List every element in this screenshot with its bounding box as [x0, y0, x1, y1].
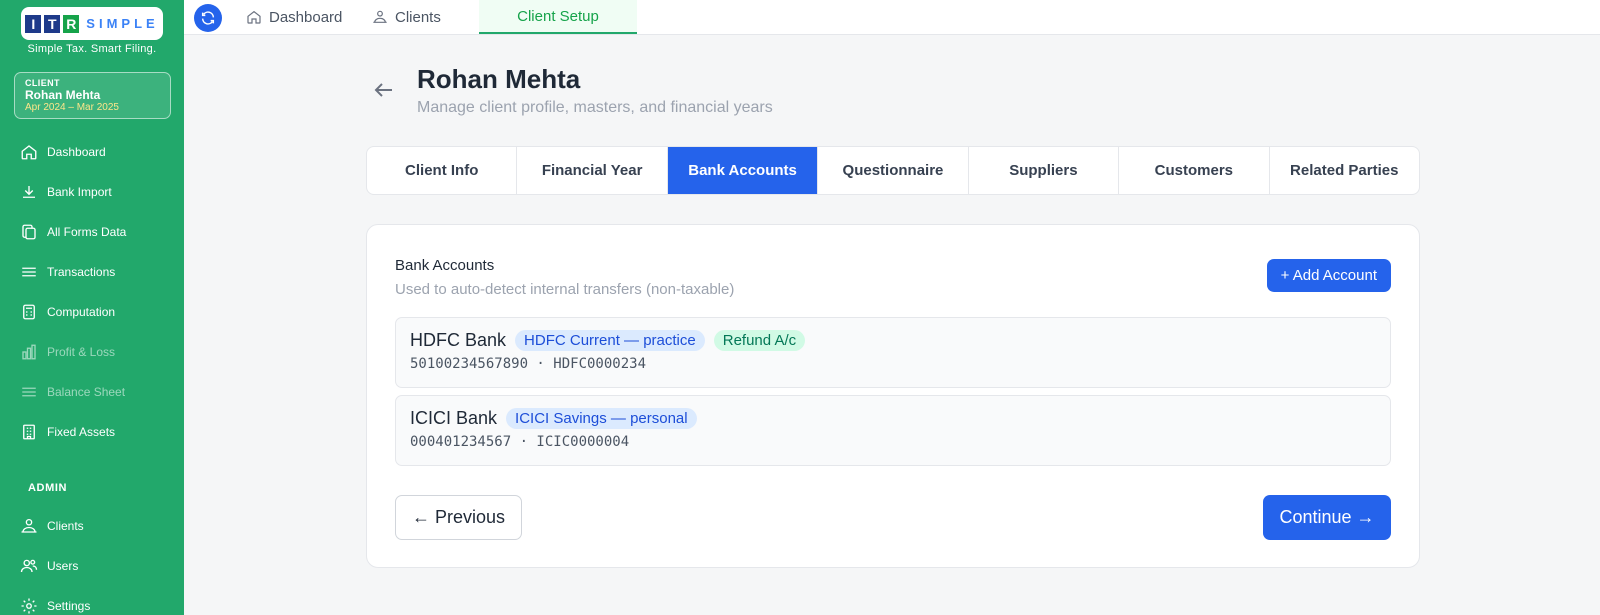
clients-icon: [373, 10, 387, 23]
copy-icon: [22, 224, 36, 240]
top-tab-label: Client Setup: [517, 7, 599, 25]
account-badge: ICICI Savings — personal: [506, 408, 697, 429]
account-number-ifsc: 50100234567890 · HDFC0000234: [410, 356, 647, 372]
client-card-range: Apr 2024 – Mar 2025: [25, 102, 119, 113]
tab-bank-accounts[interactable]: Bank Accounts: [667, 147, 819, 194]
sidebar-item-label: Clients: [47, 519, 84, 533]
refresh-button[interactable]: [194, 4, 222, 32]
client-card-name: Rohan Mehta: [25, 88, 101, 102]
download-icon: [23, 186, 35, 198]
tab-customers[interactable]: Customers: [1119, 147, 1270, 194]
tagline: Simple Tax. Smart Filing.: [27, 43, 157, 55]
home-icon: [21, 145, 37, 160]
gear-icon: [21, 598, 37, 614]
sidebar-item-bank-import[interactable]: Bank Import: [20, 180, 112, 204]
client-card-label: CLIENT: [25, 78, 60, 88]
refresh-icon: [201, 11, 215, 25]
back-arrow-icon[interactable]: [372, 78, 396, 102]
users-icon: [20, 559, 38, 573]
sidebar-item-dashboard[interactable]: Dashboard: [20, 140, 106, 164]
sidebar-item-all-forms[interactable]: All Forms Data: [20, 220, 126, 244]
account-bank-name: ICICI Bank: [410, 408, 498, 428]
sidebar-item-balance-sheet: Balance Sheet: [20, 380, 125, 404]
account-badge: HDFC Current — practice: [515, 330, 705, 351]
sidebar-item-label: All Forms Data: [47, 225, 127, 239]
account-header: HDFC Bank HDFC Current — practice Refund…: [410, 330, 806, 351]
building-icon: [23, 424, 35, 440]
account-number-ifsc: 000401234567 · ICIC0000004: [410, 434, 630, 450]
sidebar: I T R SIMPLE Simple Tax. Smart Filing. C…: [0, 0, 184, 615]
continue-button[interactable]: Continue →: [1263, 495, 1391, 540]
previous-button[interactable]: ← Previous: [395, 495, 522, 540]
admin-section-label: ADMIN: [28, 482, 68, 494]
clients-icon: [21, 518, 37, 533]
home-icon: [247, 10, 261, 24]
account-card-icici[interactable]: ICICI Bank ICICI Savings — personal 0004…: [395, 395, 1391, 466]
account-card-hdfc[interactable]: HDFC Bank HDFC Current — practice Refund…: [395, 317, 1391, 388]
sidebar-item-label: Fixed Assets: [47, 425, 116, 439]
tab-related-parties[interactable]: Related Parties: [1270, 147, 1419, 194]
page-subtitle: Manage client profile, masters, and fina…: [417, 99, 773, 116]
sidebar-item-fixed-assets[interactable]: Fixed Assets: [20, 420, 115, 444]
bar-chart-icon: [22, 344, 36, 360]
account-header: ICICI Bank ICICI Savings — personal: [410, 408, 697, 429]
sidebar-item-computation[interactable]: Computation: [20, 300, 115, 324]
sidebar-item-label: Bank Import: [47, 185, 112, 199]
logo[interactable]: I T R SIMPLE: [21, 7, 163, 40]
tab-suppliers[interactable]: Suppliers: [969, 147, 1120, 194]
sidebar-item-label: Transactions: [47, 265, 116, 279]
tab-financial-year[interactable]: Financial Year: [517, 147, 668, 194]
top-bar: Dashboard Clients Client Setup: [184, 0, 1600, 35]
bank-accounts-panel: Bank Accounts Used to auto-detect intern…: [366, 224, 1420, 568]
logo-letter-r: R: [63, 14, 80, 33]
add-account-button[interactable]: + Add Account: [1266, 259, 1391, 292]
top-tab-dashboard[interactable]: Dashboard: [246, 0, 342, 34]
top-tab-client-setup[interactable]: Client Setup: [479, 0, 637, 34]
sidebar-item-label: Balance Sheet: [47, 385, 126, 399]
top-tab-label: Dashboard: [269, 8, 343, 26]
top-tab-label: Clients: [395, 8, 441, 26]
page-title: Rohan Mehta: [417, 64, 581, 94]
client-card[interactable]: CLIENT Rohan Mehta Apr 2024 – Mar 2025: [14, 72, 171, 119]
account-bank-name: HDFC Bank: [410, 330, 507, 350]
sidebar-item-label: Profit & Loss: [47, 345, 116, 359]
sidebar-item-label: Users: [47, 559, 79, 573]
lines-icon: [22, 267, 36, 277]
calculator-icon: [23, 304, 35, 320]
setup-tabs: Client Info Financial Year Bank Accounts…: [366, 146, 1420, 195]
panel-subtitle: Used to auto-detect internal transfers (…: [395, 281, 735, 298]
top-tab-clients[interactable]: Clients: [372, 0, 441, 34]
sidebar-item-label: Dashboard: [47, 145, 106, 159]
tab-questionnaire[interactable]: Questionnaire: [818, 147, 969, 194]
panel-title: Bank Accounts: [395, 257, 495, 274]
logo-letter-t: T: [44, 14, 61, 33]
sidebar-item-label: Computation: [47, 305, 116, 319]
tab-client-info[interactable]: Client Info: [367, 147, 518, 194]
sidebar-item-clients[interactable]: Clients: [20, 514, 84, 538]
sidebar-item-users[interactable]: Users: [20, 554, 78, 578]
refund-badge: Refund A/c: [713, 330, 806, 351]
sidebar-item-label: Settings: [47, 599, 91, 613]
sidebar-item-profit-loss: Profit & Loss: [20, 340, 115, 364]
sidebar-item-transactions[interactable]: Transactions: [20, 260, 115, 284]
lines-icon: [22, 387, 36, 397]
logo-letter-i: I: [25, 14, 42, 33]
logo-word: SIMPLE: [86, 16, 159, 31]
sidebar-item-settings[interactable]: Settings: [20, 594, 90, 615]
